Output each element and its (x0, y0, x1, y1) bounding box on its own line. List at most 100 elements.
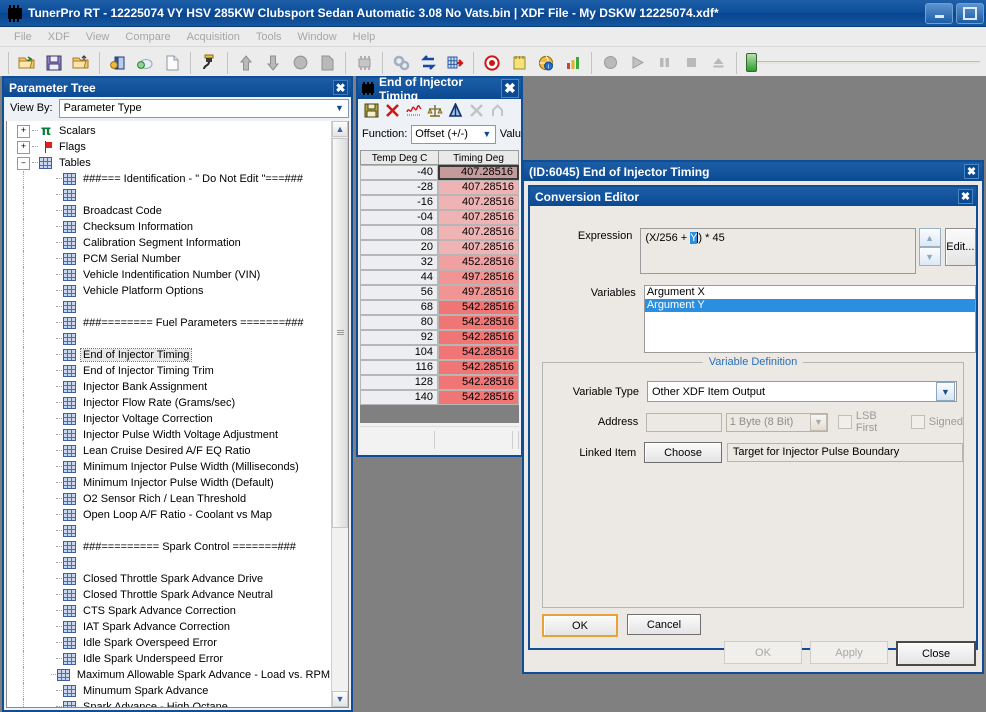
new-file-icon[interactable] (159, 50, 185, 76)
function-select[interactable]: Offset (+/-) ▼ (411, 124, 496, 144)
tree-item[interactable] (7, 555, 332, 571)
table-cell-value[interactable]: 407.28516 (438, 240, 519, 255)
menu-file[interactable]: File (6, 30, 40, 44)
expression-spinner[interactable]: ▲ ▼ (918, 228, 941, 266)
compare-icon[interactable] (446, 101, 465, 120)
table-row[interactable]: 92 542.28516 (360, 330, 519, 345)
table-cell-axis[interactable]: -40 (360, 165, 439, 180)
tree-item[interactable]: + π Scalars (7, 123, 332, 139)
maximize-button[interactable] (956, 2, 984, 24)
table-cell-value[interactable]: 407.28516 (438, 210, 519, 225)
tree-item[interactable]: Minumum Spark Advance (7, 683, 332, 699)
table-cell-axis[interactable]: 56 (360, 285, 439, 300)
tree-item[interactable] (7, 299, 332, 315)
table-row[interactable]: -04 407.28516 (360, 210, 519, 225)
close-icon[interactable]: ✖ (333, 80, 348, 95)
table-row[interactable]: -28 407.28516 (360, 180, 519, 195)
table-cell-axis[interactable]: 20 (360, 240, 439, 255)
table-cell-axis[interactable]: 140 (360, 390, 439, 405)
tree-item[interactable]: Closed Throttle Spark Advance Neutral (7, 587, 332, 603)
tree-item[interactable]: Calibration Segment Information (7, 235, 332, 251)
scroll-down-button[interactable]: ▼ (332, 691, 348, 707)
table-cell-value[interactable]: 407.28516 (438, 225, 519, 240)
tree-item[interactable]: O2 Sensor Rich / Lean Threshold (7, 491, 332, 507)
table-row[interactable]: 80 542.28516 (360, 315, 519, 330)
save-disk-icon[interactable] (41, 50, 67, 76)
tree-item[interactable]: End of Injector Timing Trim (7, 363, 332, 379)
table-cell-value[interactable]: 452.28516 (438, 255, 519, 270)
close-icon[interactable]: ✖ (500, 79, 519, 98)
tree-item[interactable]: Injector Bank Assignment (7, 379, 332, 395)
table-cell-axis[interactable]: 08 (360, 225, 439, 240)
table-cell-value[interactable]: 407.28516 (438, 165, 519, 180)
table-cell-value[interactable]: 497.28516 (438, 285, 519, 300)
tree-item[interactable]: Idle Spark Underspeed Error (7, 651, 332, 667)
tree-item[interactable]: ###======== Fuel Parameters =======### (7, 315, 332, 331)
table-row[interactable]: 56 497.28516 (360, 285, 519, 300)
tree-item[interactable]: PCM Serial Number (7, 251, 332, 267)
variable-type-select[interactable]: Other XDF Item Output ▼ (647, 381, 957, 402)
menu-help[interactable]: Help (345, 30, 384, 44)
table-cell-axis[interactable]: 116 (360, 360, 439, 375)
tree-item[interactable]: End of Injector Timing (7, 347, 332, 363)
table-cell-value[interactable]: 407.28516 (438, 195, 519, 210)
grid-export-icon[interactable] (442, 50, 468, 76)
table-row[interactable]: 08 407.28516 (360, 225, 519, 240)
table-cell-axis[interactable]: 32 (360, 255, 439, 270)
table-row[interactable]: 20 407.28516 (360, 240, 519, 255)
tree-item[interactable]: Checksum Information (7, 219, 332, 235)
tree-item[interactable]: Broadcast Code (7, 203, 332, 219)
table-cell-axis[interactable]: -04 (360, 210, 439, 225)
item-close-button[interactable]: Close (896, 641, 976, 666)
parameter-tree-list[interactable]: + π Scalars + Flags – Tables ###=== Identificat… (7, 121, 332, 707)
conversion-ok-button[interactable]: OK (542, 614, 618, 637)
table-cell-value[interactable]: 542.28516 (438, 375, 519, 390)
menu-xdf[interactable]: XDF (40, 30, 78, 44)
tree-item[interactable]: Vehicle Indentification Number (VIN) (7, 267, 332, 283)
close-icon[interactable]: ✖ (964, 164, 979, 179)
chevron-down-icon[interactable]: ▼ (936, 382, 955, 401)
table-cell-axis[interactable]: -28 (360, 180, 439, 195)
plug-icon[interactable] (196, 50, 222, 76)
table-cell-value[interactable]: 542.28516 (438, 315, 519, 330)
tree-item[interactable]: Maximum Allowable Spark Advance - Load v… (7, 667, 332, 683)
table-cell-axis[interactable]: 128 (360, 375, 439, 390)
save-disk-icon[interactable] (362, 101, 381, 120)
tree-item[interactable]: CTS Spark Advance Correction (7, 603, 332, 619)
tree-item[interactable]: Idle Spark Overspeed Error (7, 635, 332, 651)
table-cell-value[interactable]: 407.28516 (438, 180, 519, 195)
tree-item[interactable] (7, 331, 332, 347)
bin-export-icon[interactable] (132, 50, 158, 76)
table-row[interactable]: 44 497.28516 (360, 270, 519, 285)
tree-item[interactable]: ###=== Identification - " Do Not Edit "=… (7, 171, 332, 187)
table-cell-value[interactable]: 542.28516 (438, 360, 519, 375)
menu-compare[interactable]: Compare (117, 30, 178, 44)
table-row[interactable]: -40 407.28516 (360, 165, 519, 180)
minimize-button[interactable] (925, 2, 953, 24)
tree-item[interactable]: ###========= Spark Control =======### (7, 539, 332, 555)
tree-item[interactable]: Minimum Injector Pulse Width (Default) (7, 475, 332, 491)
table-row[interactable]: 116 542.28516 (360, 360, 519, 375)
table-cell-axis[interactable]: 80 (360, 315, 439, 330)
variables-listbox[interactable]: Argument X Argument Y (643, 285, 976, 353)
table-cell-axis[interactable]: -16 (360, 195, 439, 210)
tree-item[interactable]: + Flags (7, 139, 332, 155)
tree-item[interactable]: Spark Advance - High Octane (7, 699, 332, 707)
menu-acquisition[interactable]: Acquisition (179, 30, 248, 44)
scroll-up-button[interactable]: ▲ (332, 121, 348, 137)
notepad-icon[interactable] (506, 50, 532, 76)
table-cell-value[interactable]: 542.28516 (438, 345, 519, 360)
tree-item[interactable]: Injector Flow Rate (Grams/sec) (7, 395, 332, 411)
tree-item[interactable]: Minimum Injector Pulse Width (Millisecon… (7, 459, 332, 475)
table-row[interactable]: 68 542.28516 (360, 300, 519, 315)
tree-item[interactable]: Open Loop A/F Ratio - Coolant vs Map (7, 507, 332, 523)
tree-item[interactable]: Closed Throttle Spark Advance Drive (7, 571, 332, 587)
bar-chart-icon[interactable] (560, 50, 586, 76)
graph-icon[interactable] (404, 101, 423, 120)
tree-item[interactable]: IAT Spark Advance Correction (7, 619, 332, 635)
table-cell-value[interactable]: 542.28516 (438, 300, 519, 315)
slider-rail[interactable] (757, 61, 980, 64)
tree-item[interactable]: – Tables (7, 155, 332, 171)
scales-icon[interactable] (425, 101, 444, 120)
table-cell-axis[interactable]: 92 (360, 330, 439, 345)
